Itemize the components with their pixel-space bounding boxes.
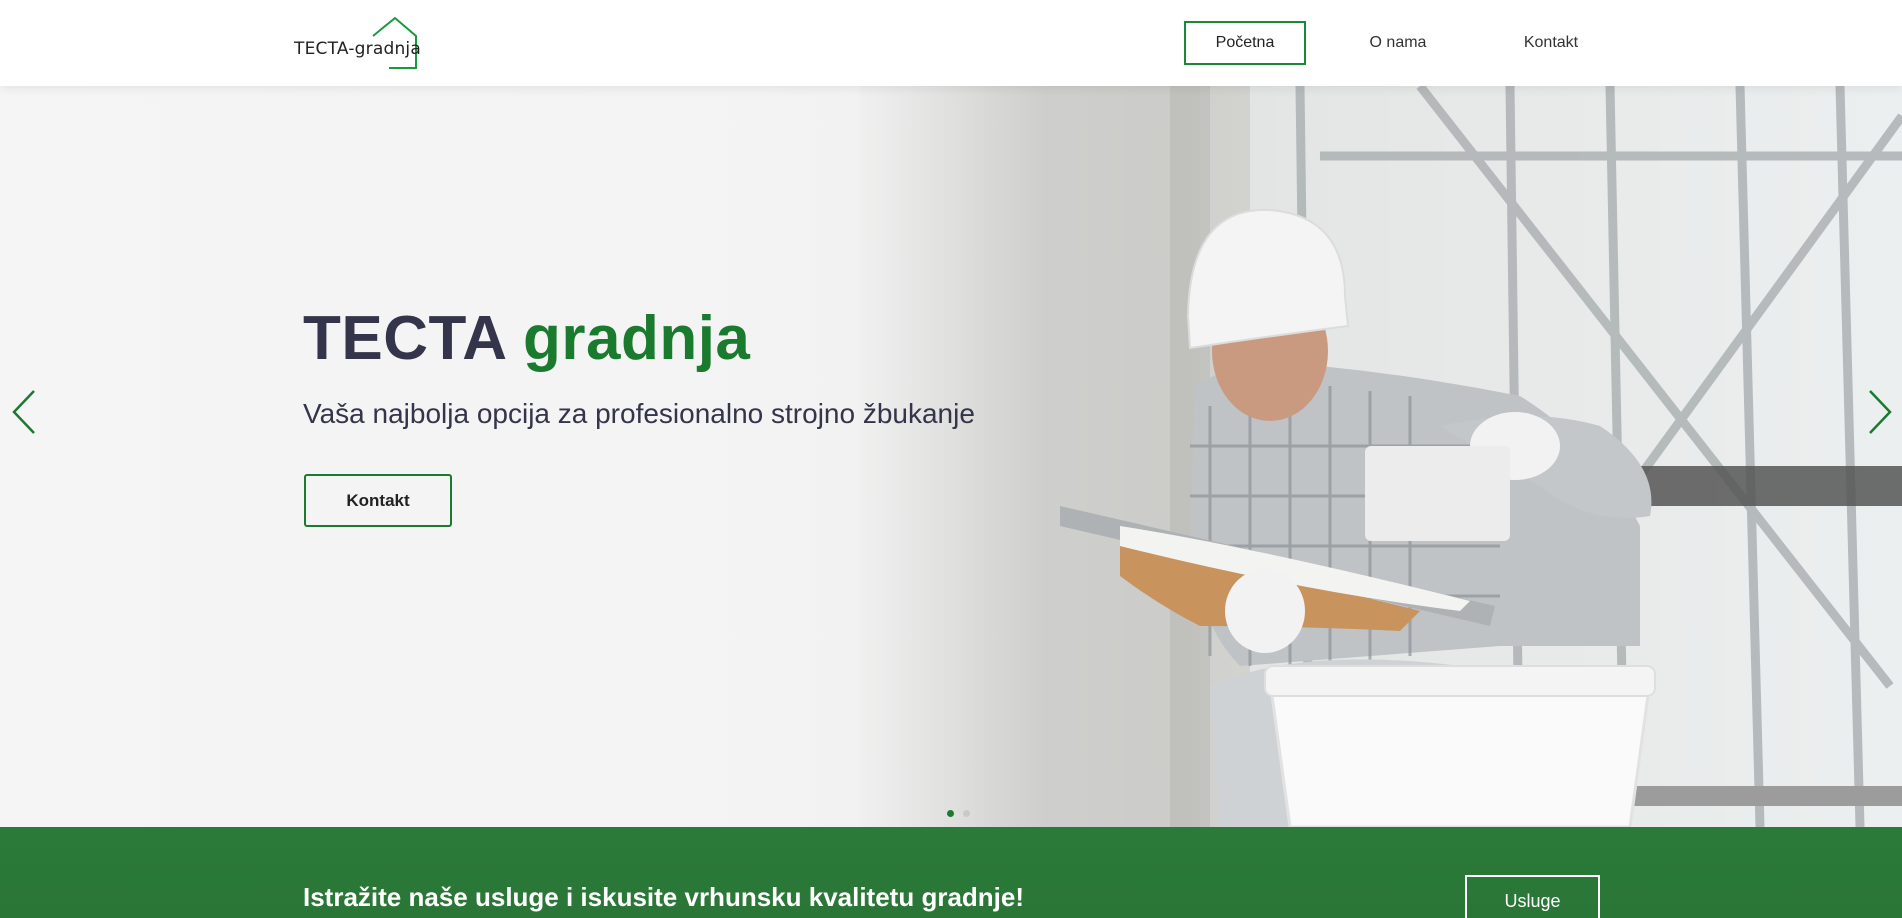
- site-header: TECTA-gradnja Početna O nama Kontakt: [0, 0, 1902, 86]
- hero-title: TECTA gradnja: [303, 303, 750, 374]
- hero-title-green: gradnja: [522, 304, 751, 373]
- slider-prev-button[interactable]: [10, 388, 40, 436]
- chevron-left-icon: [12, 390, 35, 434]
- hero-image: [0, 86, 1902, 827]
- hero-title-dark: TECTA: [303, 304, 506, 373]
- slider-dots: [947, 810, 970, 817]
- slider-dot-2[interactable]: [963, 810, 970, 817]
- hero-contact-button[interactable]: Kontakt: [304, 474, 452, 527]
- services-button[interactable]: Usluge: [1465, 875, 1600, 918]
- slider-next-button[interactable]: [1864, 388, 1894, 436]
- nav-home[interactable]: Početna: [1184, 21, 1306, 65]
- slider-dot-1[interactable]: [947, 810, 954, 817]
- logo[interactable]: TECTA-gradnja: [292, 16, 442, 72]
- cta-band: Istražite naše usluge i iskusite vrhunsk…: [0, 827, 1902, 918]
- logo-text: TECTA-gradnja: [294, 39, 421, 59]
- nav-about[interactable]: O nama: [1355, 21, 1441, 65]
- hero-slider: TECTA gradnja Vaša najbolja opcija za pr…: [0, 86, 1902, 827]
- chevron-right-icon: [1869, 390, 1892, 434]
- cta-text: Istražite naše usluge i iskusite vrhunsk…: [303, 882, 1025, 912]
- hero-subtitle: Vaša najbolja opcija za profesionalno st…: [303, 398, 975, 429]
- nav-contact[interactable]: Kontakt: [1508, 21, 1594, 65]
